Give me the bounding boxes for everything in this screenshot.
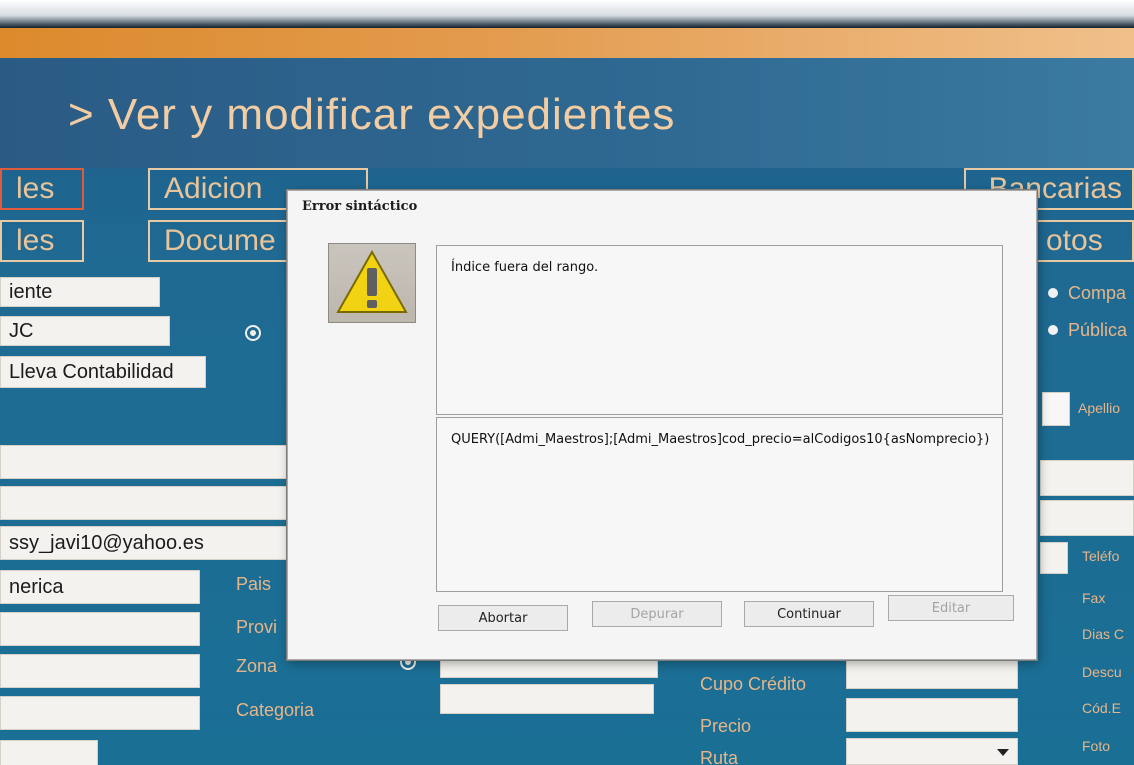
right-field-1[interactable]	[1040, 460, 1134, 496]
warning-icon-box	[328, 243, 416, 323]
document-type-radio[interactable]	[245, 325, 261, 341]
cliente-field[interactable]: iente	[0, 277, 160, 307]
error-message-panel: Índice fuera del rango.	[436, 245, 1003, 415]
compania-radio[interactable]	[1048, 288, 1058, 298]
pais-label: Pais	[236, 574, 272, 594]
publica-radio[interactable]	[1048, 325, 1058, 335]
dias-label: Dias C	[1082, 626, 1125, 642]
field-2[interactable]	[0, 612, 200, 646]
zona-label: Zona	[236, 656, 278, 676]
telefono-label: Teléfo	[1082, 548, 1120, 564]
page-title: > Ver y modificar expedientes	[68, 90, 676, 139]
precio-label: Precio	[700, 716, 752, 736]
fax-label: Fax	[1082, 590, 1106, 606]
tab-generales[interactable]: les	[0, 220, 84, 262]
cod-label: Cód.E	[1082, 700, 1121, 716]
right-field-2[interactable]	[1040, 500, 1134, 536]
categoria-label: Categoria	[236, 700, 315, 720]
email-field[interactable]: ssy_javi10@yahoo.es	[0, 526, 290, 560]
foto-label: Foto	[1082, 738, 1111, 754]
depurar-button[interactable]: Depurar	[592, 601, 722, 627]
chevron-down-icon	[997, 749, 1009, 756]
error-code: QUERY([Admi_Maestros];[Admi_Maestros]cod…	[451, 432, 990, 447]
field-3[interactable]	[0, 654, 200, 688]
lleva-contabilidad-field[interactable]: Lleva Contabilidad	[0, 356, 206, 388]
error-code-panel: QUERY([Admi_Maestros];[Admi_Maestros]cod…	[436, 417, 1003, 592]
cupo-credito-field[interactable]	[846, 655, 1018, 689]
continuar-button[interactable]: Continuar	[744, 601, 874, 627]
america-field[interactable]: nerica	[0, 570, 200, 604]
tab-principales[interactable]: les	[0, 168, 84, 210]
abortar-button[interactable]: Abortar	[438, 605, 568, 631]
publica-label: Pública	[1068, 320, 1128, 340]
dialog-title: Error sintáctico	[302, 199, 418, 214]
tab-fotos[interactable]: otos	[1030, 220, 1134, 262]
warning-icon	[336, 249, 408, 313]
editar-button[interactable]: Editar	[888, 595, 1014, 621]
error-dialog: Error sintáctico Índice fuera del rango.…	[287, 190, 1037, 660]
ruc-field[interactable]: JC	[0, 316, 170, 346]
field-4[interactable]	[0, 696, 200, 730]
address-field[interactable]	[0, 445, 290, 479]
telefono-field[interactable]	[1040, 542, 1068, 574]
error-message: Índice fuera del rango.	[451, 260, 599, 275]
categoria-field[interactable]	[440, 684, 654, 714]
ruta-label: Ruta	[700, 748, 739, 765]
ruta-select[interactable]	[846, 738, 1018, 765]
orange-header-bar	[0, 28, 1134, 58]
provincia-label: Provi	[236, 617, 278, 637]
address2-field[interactable]	[0, 486, 290, 520]
field-5[interactable]	[0, 740, 98, 765]
precio-field[interactable]	[846, 698, 1018, 732]
application-window: > Ver y modificar expedientes les Adicio…	[0, 0, 1134, 765]
descuento-label: Descu	[1082, 664, 1122, 680]
cupo-credito-label: Cupo Crédito	[700, 674, 807, 694]
apellido-field[interactable]	[1042, 392, 1070, 426]
compania-label: Compa	[1068, 283, 1127, 303]
window-top-frame	[0, 0, 1134, 28]
apellido-label: Apellio	[1078, 400, 1121, 416]
